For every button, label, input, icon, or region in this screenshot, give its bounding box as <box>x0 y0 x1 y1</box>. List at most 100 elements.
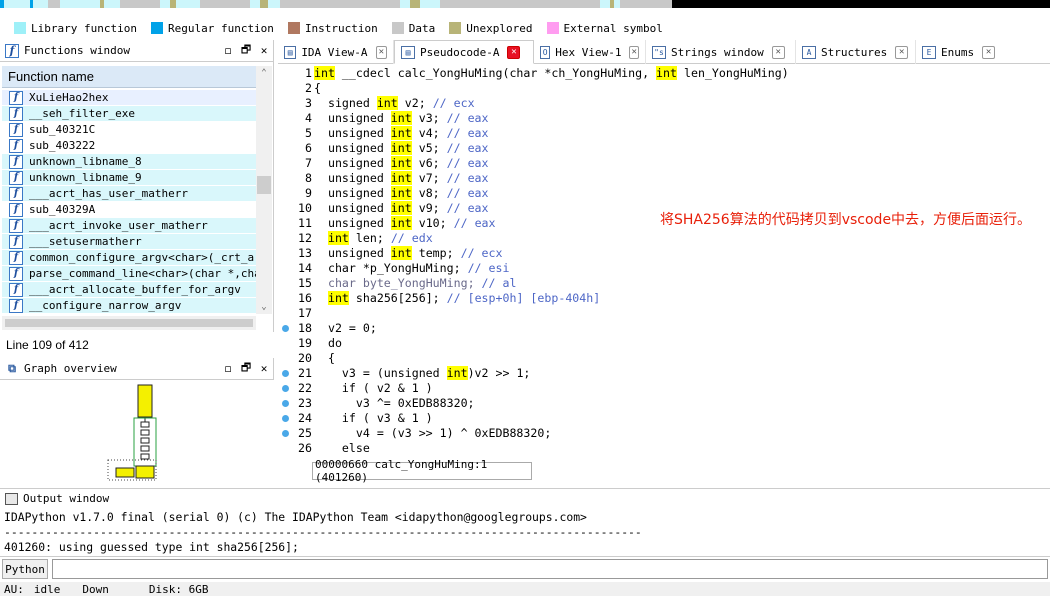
function-list-item[interactable]: f sub_40321C <box>2 122 256 138</box>
code-line[interactable]: 6 unsigned int v5; // eax <box>280 141 1050 156</box>
breakpoint-dot-icon[interactable] <box>282 415 289 422</box>
code-text[interactable]: unsigned int v9; // eax <box>314 201 489 216</box>
code-text[interactable]: signed int v2; // ecx <box>314 96 475 111</box>
code-line[interactable]: 2{ <box>280 81 1050 96</box>
breakpoint-dot-icon[interactable] <box>282 325 289 332</box>
code-text[interactable]: v3 = (unsigned int)v2 >> 1; <box>314 366 530 381</box>
code-line[interactable]: 26 else <box>280 441 1050 456</box>
float-icon[interactable]: ◻ <box>219 44 237 57</box>
tab-ida-view-a[interactable]: ▤ IDA View-A ✕ <box>278 40 394 64</box>
function-list-item[interactable]: f sub_40329A <box>2 202 256 218</box>
function-list-item[interactable]: f parse_command_line<char>(char *,char * <box>2 266 256 282</box>
code-line[interactable]: 18 v2 = 0; <box>280 321 1050 336</box>
tab-structures[interactable]: A Structures ✕ <box>796 40 916 64</box>
close-icon[interactable]: ✕ <box>629 45 639 59</box>
code-text[interactable]: int sha256[256]; // [esp+0h] [ebp-404h] <box>314 291 600 306</box>
float-icon[interactable]: ◻ <box>219 362 237 375</box>
code-line[interactable]: 24 if ( v3 & 1 ) <box>280 411 1050 426</box>
python-button[interactable]: Python <box>2 559 48 579</box>
breakpoint-dot-icon[interactable] <box>282 400 289 407</box>
code-line[interactable]: 8 unsigned int v7; // eax <box>280 171 1050 186</box>
code-line[interactable]: 1 int __cdecl calc_YongHuMing(char *ch_Yo… <box>280 66 1050 81</box>
function-list-item[interactable]: f ___acrt_allocate_buffer_for_argv <box>2 282 256 298</box>
function-list-item[interactable]: f __configure_narrow_argv <box>2 298 256 314</box>
code-text[interactable]: { <box>314 81 321 96</box>
functions-scrollbar[interactable]: ⌃ ⌄ <box>256 66 272 314</box>
navigation-band[interactable] <box>0 0 1050 8</box>
scroll-up-icon[interactable]: ⌃ <box>256 68 272 78</box>
code-line[interactable]: 5 unsigned int v4; // eax <box>280 126 1050 141</box>
code-text[interactable]: unsigned int v7; // eax <box>314 171 489 186</box>
code-line[interactable]: 17 <box>280 306 1050 321</box>
code-text[interactable]: unsigned int temp; // ecx <box>314 246 503 261</box>
tab-strings-window[interactable]: "s Strings window ✕ <box>646 40 796 64</box>
close-icon[interactable]: ✕ <box>895 45 909 59</box>
tab-pseudocode-a[interactable]: ▤ Pseudocode-A ✕ <box>394 40 534 64</box>
function-list-item[interactable]: f XuLieHao2hex <box>2 90 256 106</box>
code-text[interactable]: do <box>314 336 342 351</box>
functions-hscrollbar[interactable] <box>2 316 256 330</box>
function-list-item[interactable]: f sub_403222 <box>2 138 256 154</box>
code-line[interactable]: 23 v3 ^= 0xEDB88320; <box>280 396 1050 411</box>
function-list-item[interactable]: f ___acrt_has_user_matherr <box>2 186 256 202</box>
close-icon[interactable]: ✕ <box>255 362 273 375</box>
close-icon[interactable]: ✕ <box>375 45 387 59</box>
code-text[interactable]: v4 = (v3 >> 1) ^ 0xEDB88320; <box>314 426 551 441</box>
code-text[interactable]: v3 ^= 0xEDB88320; <box>314 396 475 411</box>
code-text[interactable]: int len; // edx <box>314 231 433 246</box>
code-text[interactable]: v2 = 0; <box>314 321 377 336</box>
code-text[interactable]: unsigned int v5; // eax <box>314 141 489 156</box>
code-line[interactable]: 25 v4 = (v3 >> 1) ^ 0xEDB88320; <box>280 426 1050 441</box>
code-line[interactable]: 9 unsigned int v8; // eax <box>280 186 1050 201</box>
function-list-item[interactable]: f unknown_libname_8 <box>2 154 256 170</box>
graph-thumbnail[interactable] <box>0 380 274 484</box>
code-text[interactable]: unsigned int v10; // eax <box>314 216 496 231</box>
code-text[interactable]: char *p_YongHuMing; // esi <box>314 261 510 276</box>
function-list-item[interactable]: f unknown_libname_9 <box>2 170 256 186</box>
code-line[interactable]: 20 { <box>280 351 1050 366</box>
function-list-item[interactable]: f common_configure_argv<char>(_crt_argv_ <box>2 250 256 266</box>
close-icon[interactable]: ✕ <box>771 45 785 59</box>
close-icon[interactable]: ✕ <box>982 45 996 59</box>
function-list-item[interactable]: f __seh_filter_exe <box>2 106 256 122</box>
code-line[interactable]: 22 if ( v2 & 1 ) <box>280 381 1050 396</box>
code-text[interactable]: unsigned int v8; // eax <box>314 186 489 201</box>
breakpoint-dot-icon[interactable] <box>282 385 289 392</box>
code-line[interactable]: 14 char *p_YongHuMing; // esi <box>280 261 1050 276</box>
scroll-thumb[interactable] <box>257 176 271 194</box>
restore-icon[interactable]: 🗗 <box>237 359 255 378</box>
restore-icon[interactable]: 🗗 <box>237 41 255 60</box>
breakpoint-dot-icon[interactable] <box>282 430 289 437</box>
pseudocode-view[interactable]: 1 int __cdecl calc_YongHuMing(char *ch_Yo… <box>280 66 1050 460</box>
code-text[interactable]: { <box>314 351 335 366</box>
code-text[interactable]: unsigned int v4; // eax <box>314 126 489 141</box>
code-text[interactable]: if ( v2 & 1 ) <box>314 381 433 396</box>
code-line[interactable]: 12 int len; // edx <box>280 231 1050 246</box>
tab-hex-view-1[interactable]: O Hex View-1 ✕ <box>534 40 646 64</box>
code-line[interactable]: 16 int sha256[256]; // [esp+0h] [ebp-404… <box>280 291 1050 306</box>
code-line[interactable]: 13 unsigned int temp; // ecx <box>280 246 1050 261</box>
code-text[interactable]: else <box>314 441 370 456</box>
code-text[interactable]: unsigned int v6; // eax <box>314 156 489 171</box>
code-text[interactable]: char byte_YongHuMing; // al <box>314 276 516 291</box>
hscroll-thumb[interactable] <box>5 319 253 327</box>
command-input[interactable] <box>52 559 1048 579</box>
code-line[interactable]: 7 unsigned int v6; // eax <box>280 156 1050 171</box>
function-name-column-header[interactable]: Function name <box>2 66 256 88</box>
code-line[interactable]: 3 signed int v2; // ecx <box>280 96 1050 111</box>
code-text[interactable]: if ( v3 & 1 ) <box>314 411 433 426</box>
code-text[interactable]: unsigned int v3; // eax <box>314 111 489 126</box>
function-list-item[interactable]: f ___acrt_invoke_user_matherr <box>2 218 256 234</box>
code-line[interactable]: 4 unsigned int v3; // eax <box>280 111 1050 126</box>
code-line[interactable]: 15 char byte_YongHuMing; // al <box>280 276 1050 291</box>
code-line[interactable]: 21 v3 = (unsigned int)v2 >> 1; <box>280 366 1050 381</box>
code-text[interactable]: int __cdecl calc_YongHuMing(char *ch_Yon… <box>314 66 789 81</box>
close-icon[interactable]: ✕ <box>255 44 273 57</box>
function-list-item[interactable]: f ___setusermatherr <box>2 234 256 250</box>
scroll-down-icon[interactable]: ⌄ <box>256 302 272 312</box>
breakpoint-dot-icon[interactable] <box>282 370 289 377</box>
tab-enums[interactable]: Ε Enums ✕ <box>916 40 1016 64</box>
code-line[interactable]: 19 do <box>280 336 1050 351</box>
close-icon[interactable]: ✕ <box>507 45 521 59</box>
graph-overview-canvas[interactable] <box>0 380 274 484</box>
